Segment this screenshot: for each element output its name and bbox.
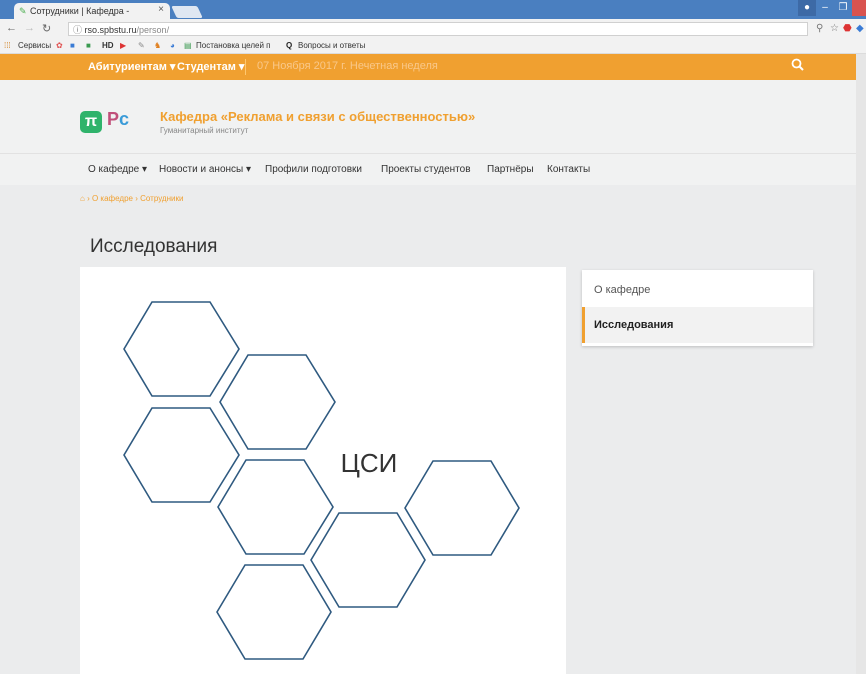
hexagon <box>217 459 334 555</box>
reload-icon[interactable]: ↻ <box>42 22 51 35</box>
topbar-divider <box>245 59 246 75</box>
logo-letter-r: Р <box>107 109 120 129</box>
breadcrumb-staff[interactable]: Сотрудники <box>140 194 183 203</box>
hexagon <box>310 512 426 608</box>
hexagon <box>216 564 332 660</box>
page-title: Исследования <box>90 236 218 257</box>
url-input[interactable]: ⓘ rso.spbstu.ru/person/ <box>68 22 808 36</box>
forward-icon[interactable]: → <box>24 22 35 34</box>
hexagon <box>123 301 240 397</box>
bookmark-hd[interactable]: HD <box>102 41 114 50</box>
logo-rs-icon[interactable]: Рс <box>107 109 129 130</box>
bookmark-icon[interactable]: ♞ <box>154 41 161 50</box>
back-icon[interactable]: ← <box>6 22 17 34</box>
hexagon <box>219 354 336 450</box>
nav-contacts[interactable]: Контакты <box>547 164 590 175</box>
sidebar-item-research[interactable]: Исследования <box>582 307 813 343</box>
logo-pi-icon[interactable]: π <box>80 111 102 133</box>
bookmark-icon[interactable]: ✎ <box>138 41 145 50</box>
nav-partners[interactable]: Партнёры <box>487 164 534 175</box>
main-nav: О кафедре ▾ Новости и анонсы ▾ Профили п… <box>0 153 856 186</box>
restore-icon[interactable]: ❐ <box>834 0 852 16</box>
browser-tab[interactable]: ✎ Сотрудники | Кафедра - × <box>14 3 170 19</box>
bookmark-icon[interactable]: ■ <box>70 41 75 50</box>
research-image-panel: ЦСИ <box>80 267 566 674</box>
home-icon[interactable]: ⌂ <box>80 194 85 203</box>
favicon-icon: ✎ <box>19 6 27 16</box>
nav-about[interactable]: О кафедре ▾ <box>88 164 147 175</box>
csi-label: ЦСИ <box>341 448 398 478</box>
site-title[interactable]: Кафедра «Реклама и связи с общественност… <box>160 109 475 124</box>
info-icon: ⓘ <box>73 25 85 35</box>
url-host: rso.spbstu.ru <box>84 25 137 35</box>
adblock-icon[interactable]: ⬣ <box>843 23 852 34</box>
breadcrumb: ⌂ › О кафедре › Сотрудники <box>80 194 183 203</box>
window-controls: ● – ❐ <box>798 0 866 19</box>
site-subtitle: Гуманитарный институт <box>160 126 249 135</box>
browser-titlebar: ✎ Сотрудники | Кафедра - × ● – ❐ <box>0 0 866 19</box>
site-topbar: Абитуриентам ▾ Студентам ▾ 07 Ноября 201… <box>0 54 856 80</box>
nav-profiles[interactable]: Профили подготовки <box>265 164 362 175</box>
current-date: 07 Ноября 2017 г. Нечетная неделя <box>257 60 438 72</box>
youtube-icon[interactable]: ▶ <box>120 41 126 50</box>
menu-students[interactable]: Студентам ▾ <box>177 60 244 73</box>
breadcrumb-separator: › <box>135 194 138 203</box>
logo-letter-s: с <box>119 109 130 129</box>
bookmark-qa[interactable]: Вопросы и ответы <box>298 41 365 50</box>
bookmark-icon[interactable]: ■ <box>86 41 91 50</box>
search-icon[interactable] <box>791 58 804 74</box>
profile-icon[interactable]: ● <box>798 0 816 16</box>
zoom-icon[interactable]: ⚲ <box>816 23 823 34</box>
nav-projects[interactable]: Проекты студентов <box>381 164 471 175</box>
quora-icon: Q <box>286 41 293 50</box>
close-window-icon[interactable] <box>852 0 866 16</box>
breadcrumb-about[interactable]: О кафедре <box>92 194 133 203</box>
bookmark-icon[interactable]: ✿ <box>56 41 63 50</box>
tab-title: Сотрудники | Кафедра - <box>30 6 130 16</box>
document-icon: ▤ <box>184 41 192 50</box>
hexagon <box>404 460 520 556</box>
address-bar-row: ← → ↻ ⓘ rso.spbstu.ru/person/ ⚲ ☆ ⬣ ◆ <box>0 19 866 39</box>
page-scrollbar[interactable] <box>856 54 866 674</box>
sidebar-menu: О кафедре Исследования <box>582 270 813 346</box>
apps-icon[interactable]: ⁞⁞⁞ <box>4 41 11 50</box>
nav-news[interactable]: Новости и анонсы ▾ <box>159 164 251 175</box>
sidebar-item-about[interactable]: О кафедре <box>582 272 813 308</box>
breadcrumb-separator: › <box>87 194 90 203</box>
tab-close-icon[interactable]: × <box>158 4 164 15</box>
minimize-icon[interactable]: – <box>816 0 834 16</box>
new-tab-button[interactable] <box>171 6 203 18</box>
bookmarks-bar: ⁞⁞⁞ Сервисы ✿ ■ ■ HD ▶ ✎ ♞ ◕ ▤ Постановк… <box>0 39 866 54</box>
bookmark-star-icon[interactable]: ☆ <box>830 23 839 34</box>
hexagon <box>123 407 240 503</box>
bookmark-icon[interactable]: ◕ <box>170 41 175 50</box>
extension-icon[interactable]: ◆ <box>856 23 864 34</box>
url-path: /person/ <box>136 25 170 35</box>
hexagon-illustration: ЦСИ <box>123 301 520 660</box>
bookmark-goals[interactable]: Постановка целей п <box>196 41 271 50</box>
menu-applicants[interactable]: Абитуриентам ▾ <box>88 60 175 73</box>
bookmark-services[interactable]: Сервисы <box>18 41 51 50</box>
